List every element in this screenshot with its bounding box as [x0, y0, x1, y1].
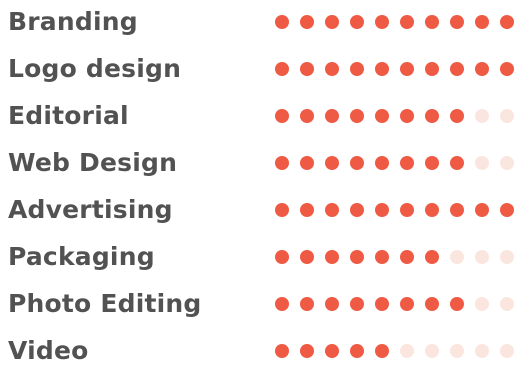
rating-dot-filled: [350, 250, 364, 264]
rating-dot-filled: [275, 203, 289, 217]
rating-dot-filled: [400, 203, 414, 217]
rating-dot-filled: [400, 15, 414, 29]
rating-dot-filled: [275, 250, 289, 264]
rating-dot-filled: [475, 62, 489, 76]
skill-rating-dots: [0, 141, 517, 185]
rating-dot-filled: [325, 156, 339, 170]
skill-row-web-design: Web Design: [0, 141, 517, 185]
rating-dot-filled: [275, 15, 289, 29]
rating-dot-filled: [450, 297, 464, 311]
rating-dot-filled: [300, 156, 314, 170]
rating-dot-filled: [500, 203, 514, 217]
rating-dot-filled: [275, 344, 289, 358]
skill-rating-dots: [0, 94, 517, 138]
skill-rating-dots: [0, 235, 517, 279]
rating-dot-filled: [400, 297, 414, 311]
rating-dot-filled: [350, 156, 364, 170]
rating-dot-filled: [400, 156, 414, 170]
rating-dot-filled: [300, 62, 314, 76]
rating-dot-empty: [475, 344, 489, 358]
rating-dot-filled: [400, 62, 414, 76]
rating-dot-filled: [350, 344, 364, 358]
rating-dot-filled: [375, 344, 389, 358]
rating-dot-filled: [325, 62, 339, 76]
rating-dot-filled: [300, 15, 314, 29]
skill-rating-dots: [0, 47, 517, 91]
skill-row-branding: Branding: [0, 0, 517, 44]
rating-dot-filled: [300, 344, 314, 358]
rating-dot-filled: [475, 203, 489, 217]
rating-dot-filled: [300, 297, 314, 311]
rating-dot-filled: [425, 109, 439, 123]
rating-dot-filled: [300, 203, 314, 217]
skill-rating-dots: [0, 188, 517, 232]
rating-dot-filled: [425, 297, 439, 311]
rating-dot-filled: [450, 15, 464, 29]
rating-dot-filled: [275, 109, 289, 123]
rating-dot-filled: [450, 62, 464, 76]
skill-rating-dots: [0, 329, 517, 373]
skill-row-photo-editing: Photo Editing: [0, 282, 517, 326]
rating-dot-filled: [450, 156, 464, 170]
skill-row-video: Video: [0, 329, 517, 373]
rating-dot-filled: [425, 250, 439, 264]
rating-dot-filled: [325, 297, 339, 311]
rating-dot-empty: [475, 156, 489, 170]
skill-row-advertising: Advertising: [0, 188, 517, 232]
rating-dot-filled: [375, 297, 389, 311]
rating-dot-filled: [375, 250, 389, 264]
skill-row-editorial: Editorial: [0, 94, 517, 138]
rating-dot-filled: [425, 62, 439, 76]
skill-rating-dots: [0, 282, 517, 326]
rating-dot-filled: [375, 15, 389, 29]
rating-dot-filled: [350, 297, 364, 311]
rating-dot-filled: [375, 109, 389, 123]
rating-dot-filled: [350, 109, 364, 123]
rating-dot-filled: [400, 250, 414, 264]
rating-dot-empty: [475, 109, 489, 123]
rating-dot-empty: [425, 344, 439, 358]
skills-rating-list: Branding Logo design Editorial Web Desig…: [0, 0, 517, 367]
rating-dot-filled: [300, 250, 314, 264]
rating-dot-filled: [475, 15, 489, 29]
rating-dot-filled: [350, 15, 364, 29]
rating-dot-empty: [500, 250, 514, 264]
rating-dot-empty: [475, 250, 489, 264]
skill-rating-dots: [0, 0, 517, 44]
rating-dot-filled: [450, 109, 464, 123]
rating-dot-filled: [400, 109, 414, 123]
rating-dot-filled: [325, 344, 339, 358]
skill-row-logo-design: Logo design: [0, 47, 517, 91]
rating-dot-empty: [450, 250, 464, 264]
rating-dot-empty: [500, 297, 514, 311]
skill-row-packaging: Packaging: [0, 235, 517, 279]
rating-dot-filled: [275, 62, 289, 76]
rating-dot-filled: [375, 156, 389, 170]
rating-dot-filled: [325, 203, 339, 217]
rating-dot-filled: [325, 109, 339, 123]
rating-dot-filled: [425, 15, 439, 29]
rating-dot-filled: [450, 203, 464, 217]
rating-dot-filled: [325, 250, 339, 264]
rating-dot-filled: [350, 62, 364, 76]
rating-dot-filled: [375, 203, 389, 217]
rating-dot-filled: [375, 62, 389, 76]
rating-dot-filled: [300, 109, 314, 123]
rating-dot-empty: [400, 344, 414, 358]
rating-dot-filled: [500, 15, 514, 29]
rating-dot-filled: [425, 156, 439, 170]
rating-dot-filled: [350, 203, 364, 217]
rating-dot-empty: [500, 344, 514, 358]
rating-dot-filled: [325, 15, 339, 29]
rating-dot-empty: [500, 109, 514, 123]
rating-dot-empty: [475, 297, 489, 311]
rating-dot-empty: [500, 156, 514, 170]
rating-dot-filled: [500, 62, 514, 76]
rating-dot-filled: [275, 156, 289, 170]
rating-dot-empty: [450, 344, 464, 358]
rating-dot-filled: [425, 203, 439, 217]
rating-dot-filled: [275, 297, 289, 311]
